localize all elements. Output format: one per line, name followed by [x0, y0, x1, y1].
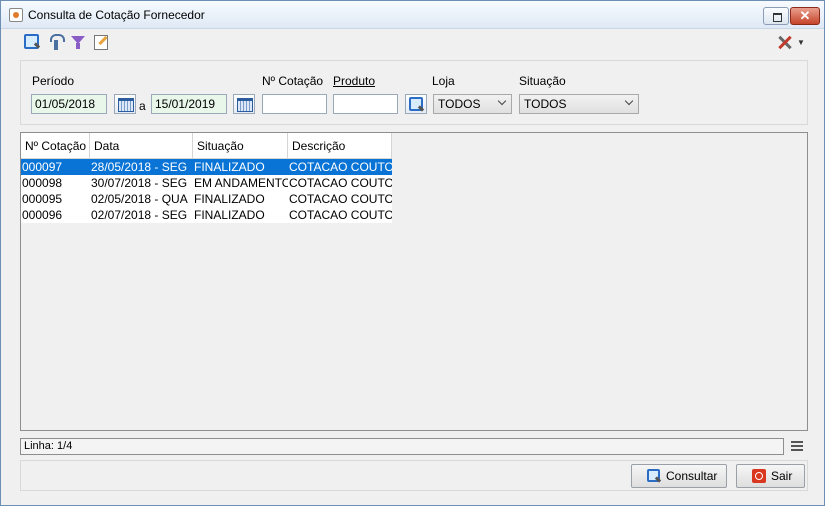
table-header: Nº Cotação Data Situação Descrição: [21, 133, 392, 159]
status-bar: Linha: 1/4: [20, 438, 784, 455]
table-row[interactable]: 000097 28/05/2018 - SEG FINALIZADO COTAC…: [21, 159, 392, 175]
chevron-down-icon: [497, 96, 507, 106]
main-window: Consulta de Cotação Fornecedor ✕ ▼ Perío…: [0, 0, 825, 506]
cell-data: 30/07/2018 - SEG: [91, 176, 188, 190]
produto-search-icon[interactable]: [405, 94, 427, 114]
produto-link[interactable]: Produto: [333, 74, 375, 88]
cell-cotacao: 000095: [22, 192, 63, 206]
consultar-button[interactable]: Consultar: [631, 464, 727, 488]
toolbar: ▼: [1, 31, 824, 55]
calendar-from-icon[interactable]: [114, 94, 136, 114]
cell-data: 02/05/2018 - QUA: [91, 192, 188, 206]
filter-panel: Período 01/05/2018 a 15/01/2019 Nº Cotaç…: [20, 60, 808, 125]
restore-button[interactable]: [763, 7, 789, 25]
gauge-icon[interactable]: [47, 33, 65, 51]
cell-descricao: COTACAO COUTO: [289, 160, 392, 174]
column-header-cotacao[interactable]: Nº Cotação: [21, 133, 90, 159]
cell-descricao: COTACAO COUTO: [289, 176, 392, 190]
loja-select-value: TODOS: [438, 97, 481, 111]
cell-situacao: FINALIZADO: [194, 160, 265, 174]
consultar-label: Consultar: [666, 469, 718, 483]
column-header-descricao[interactable]: Descrição: [288, 133, 392, 159]
table-row[interactable]: 000096 02/07/2018 - SEG FINALIZADO COTAC…: [21, 207, 392, 223]
calendar-to-icon[interactable]: [233, 94, 255, 114]
cell-cotacao: 000097: [22, 160, 63, 174]
cell-cotacao: 000096: [22, 208, 63, 222]
cell-situacao: FINALIZADO: [194, 192, 265, 206]
sair-button[interactable]: Sair: [736, 464, 805, 488]
results-table[interactable]: Nº Cotação Data Situação Descrição 00009…: [20, 132, 808, 431]
table-row[interactable]: 000095 02/05/2018 - QUA FINALIZADO COTAC…: [21, 191, 392, 207]
cell-cotacao: 000098: [22, 176, 63, 190]
produto-input[interactable]: [333, 94, 398, 114]
power-icon: [752, 469, 766, 483]
loja-select[interactable]: TODOS: [433, 94, 512, 114]
tools-icon[interactable]: [776, 34, 794, 52]
cotacao-input[interactable]: [262, 94, 327, 114]
cell-descricao: COTACAO COUTO: [289, 208, 392, 222]
column-header-data[interactable]: Data: [90, 133, 193, 159]
window-title: Consulta de Cotação Fornecedor: [28, 8, 205, 22]
filter-icon[interactable]: [69, 33, 87, 51]
menu-lines-icon[interactable]: [791, 441, 803, 451]
cell-data: 02/07/2018 - SEG: [91, 208, 188, 222]
sair-label: Sair: [771, 469, 793, 483]
situacao-select[interactable]: TODOS: [519, 94, 639, 114]
situacao-label: Situação: [519, 74, 566, 88]
date-to-field[interactable]: 15/01/2019: [151, 94, 227, 114]
search-icon[interactable]: [23, 33, 41, 51]
table-row[interactable]: 000098 30/07/2018 - SEG EM ANDAMENTO COT…: [21, 175, 392, 191]
date-from-field[interactable]: 01/05/2018: [31, 94, 107, 114]
chevron-down-icon: [624, 96, 634, 106]
date-range-separator: a: [139, 99, 146, 113]
close-button[interactable]: ✕: [790, 7, 820, 25]
column-header-situacao[interactable]: Situação: [193, 133, 288, 159]
situacao-select-value: TODOS: [524, 97, 567, 111]
cotacao-label: Nº Cotação: [262, 74, 324, 88]
cell-situacao: FINALIZADO: [194, 208, 265, 222]
cell-data: 28/05/2018 - SEG: [91, 160, 188, 174]
title-bar: Consulta de Cotação Fornecedor ✕: [1, 1, 824, 29]
cell-situacao: EM ANDAMENTO: [194, 176, 288, 190]
loja-label: Loja: [432, 74, 455, 88]
edit-icon[interactable]: [92, 33, 110, 51]
cell-descricao: COTACAO COUTO: [289, 192, 392, 206]
periodo-label: Período: [32, 74, 75, 88]
search-icon: [647, 469, 661, 483]
tools-dropdown-caret-icon[interactable]: ▼: [797, 38, 805, 47]
java-app-icon: [9, 8, 23, 22]
